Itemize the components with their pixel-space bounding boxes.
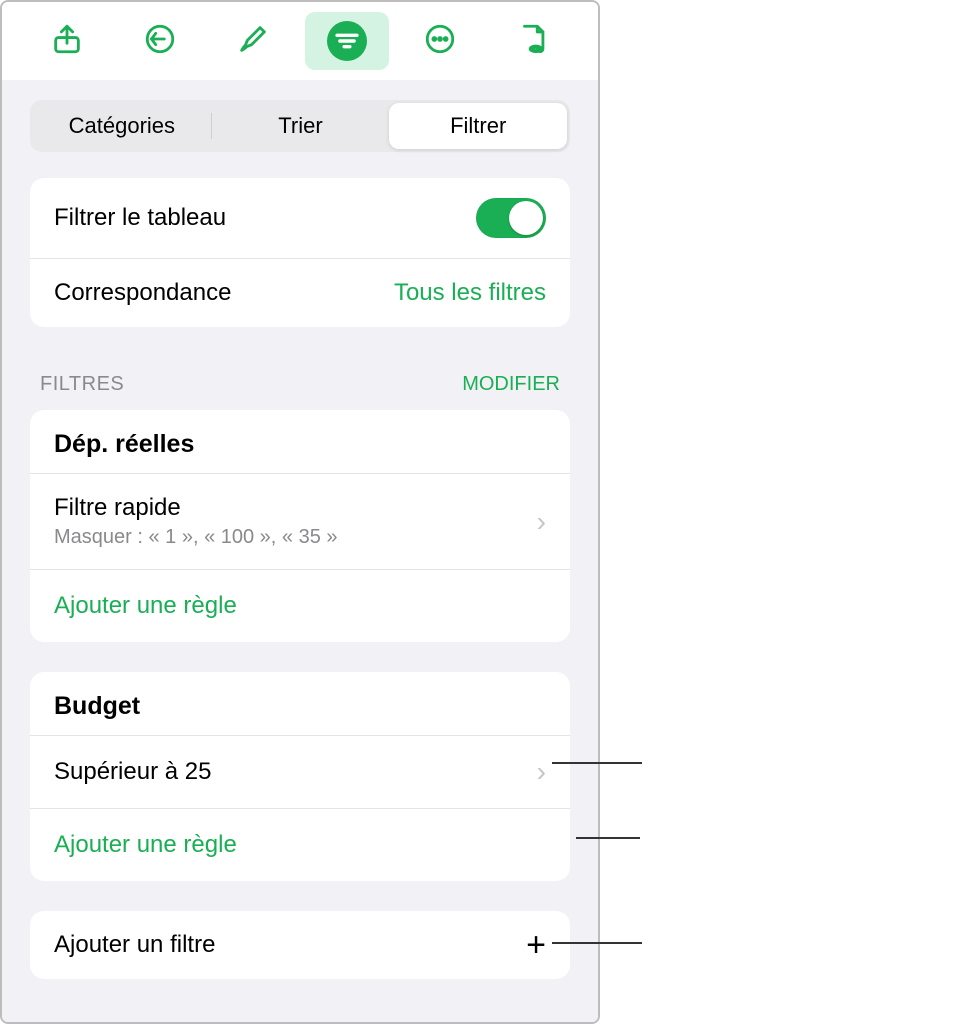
- filter-rule-row[interactable]: Filtre rapide Masquer : « 1 », « 100 », …: [30, 474, 570, 569]
- panel-body: Catégories Trier Filtrer Filtrer le tabl…: [2, 80, 598, 1022]
- group-title: Budget: [30, 672, 570, 736]
- rule-title: Filtre rapide: [54, 494, 338, 522]
- top-toolbar: [2, 2, 598, 80]
- brush-icon: [236, 22, 270, 61]
- add-rule-button[interactable]: Ajouter une règle: [30, 808, 570, 881]
- filter-panel: Catégories Trier Filtrer Filtrer le tabl…: [0, 0, 600, 1024]
- edit-filters-button[interactable]: MODIFIER: [462, 373, 560, 396]
- tab-label: Filtrer: [450, 113, 506, 139]
- filter-table-toggle[interactable]: [476, 198, 546, 238]
- filters-section-header: FILTRES MODIFIER: [30, 373, 570, 396]
- document-eye-icon: [516, 22, 550, 61]
- tab-label: Trier: [278, 113, 322, 139]
- format-button[interactable]: [211, 12, 295, 70]
- match-row[interactable]: Correspondance Tous les filtres: [30, 258, 570, 327]
- tab-label: Catégories: [69, 113, 175, 139]
- callout-line: [576, 837, 640, 839]
- more-button[interactable]: [398, 12, 482, 70]
- match-value: Tous les filtres: [394, 279, 546, 307]
- segmented-control: Catégories Trier Filtrer: [30, 100, 570, 152]
- chevron-right-icon: ›: [537, 756, 546, 788]
- filter-table-row: Filtrer le tableau: [30, 178, 570, 258]
- filter-icon: [327, 21, 367, 61]
- rule-title: Supérieur à 25: [54, 758, 211, 786]
- callout-area: [600, 0, 960, 1024]
- filter-rule-row[interactable]: Supérieur à 25 ›: [30, 736, 570, 808]
- match-label: Correspondance: [54, 279, 231, 307]
- toggle-knob: [509, 201, 543, 235]
- filter-group-card: Dép. réelles Filtre rapide Masquer : « 1…: [30, 410, 570, 642]
- chevron-right-icon: ›: [537, 506, 546, 538]
- tab-filter[interactable]: Filtrer: [389, 103, 567, 149]
- plus-icon: +: [526, 935, 546, 955]
- organize-button[interactable]: [305, 12, 389, 70]
- share-button[interactable]: [25, 12, 109, 70]
- rule-subtitle: Masquer : « 1 », « 100 », « 35 »: [54, 526, 338, 549]
- share-icon: [50, 22, 84, 61]
- more-icon: [423, 22, 457, 61]
- undo-button[interactable]: [118, 12, 202, 70]
- add-filter-card: Ajouter un filtre +: [30, 911, 570, 979]
- add-rule-label: Ajouter une règle: [54, 592, 237, 619]
- add-filter-button[interactable]: Ajouter un filtre +: [30, 911, 570, 979]
- filter-settings-card: Filtrer le tableau Correspondance Tous l…: [30, 178, 570, 327]
- add-filter-label: Ajouter un filtre: [54, 931, 215, 959]
- tab-sort[interactable]: Trier: [212, 103, 390, 149]
- filter-group-card: Budget Supérieur à 25 › Ajouter une règl…: [30, 672, 570, 881]
- group-title: Dép. réelles: [30, 410, 570, 474]
- callout-line: [552, 762, 642, 764]
- filter-table-label: Filtrer le tableau: [54, 204, 226, 232]
- undo-icon: [143, 22, 177, 61]
- document-view-button[interactable]: [491, 12, 575, 70]
- add-rule-button[interactable]: Ajouter une règle: [30, 569, 570, 642]
- callout-line: [552, 942, 642, 944]
- section-label: FILTRES: [40, 373, 124, 396]
- add-rule-label: Ajouter une règle: [54, 831, 237, 858]
- tab-categories[interactable]: Catégories: [33, 103, 211, 149]
